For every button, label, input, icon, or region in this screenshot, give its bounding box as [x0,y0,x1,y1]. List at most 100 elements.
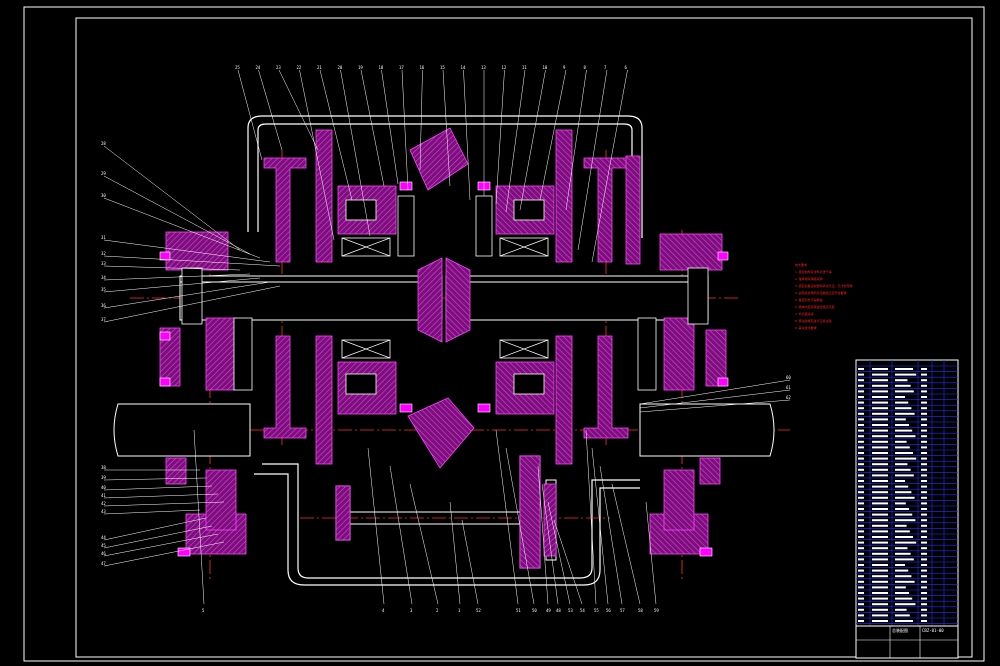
note-line: 2.轴承用润滑脂润滑 [795,277,823,281]
table-cell-mark [921,597,927,600]
callout-number: 12 [502,65,507,70]
table-cell-mark [858,580,864,583]
table-cell-mark [921,603,927,606]
table-cell-mark [858,474,864,477]
table-cell-mark [872,457,888,460]
table-cell-mark [895,407,912,410]
callout-number: 32 [101,251,106,256]
table-cell-mark [858,401,864,404]
table-cell-mark [858,373,864,376]
table-cell-mark [895,412,915,415]
callout-number: 3 [410,608,413,613]
table-cell-mark [895,373,917,376]
table-cell-mark [921,435,927,438]
table-cell-mark [921,592,927,594]
table-cell-mark [921,485,927,488]
callout-number: 36 [101,303,106,308]
table-cell-mark [872,424,888,426]
table-cell-mark [921,396,927,398]
note-line: 技术要求 [795,263,808,267]
callout-number: 56 [606,608,611,613]
callout-number: 39 [101,475,106,480]
table-cell-mark [872,452,888,454]
table-cell-mark [872,586,888,589]
table-cell-mark [921,614,927,617]
table-cell-mark [921,379,927,382]
table-cell-mark [858,569,864,572]
leader-line [103,477,207,481]
table-cell-mark [858,524,864,527]
callout-number: 30 [101,193,106,198]
table-cell-mark [872,502,888,505]
table-cell-mark [872,474,888,477]
table-cell-mark [858,379,864,382]
table-cell-mark [858,530,864,533]
table-cell-mark [858,452,864,454]
table-cell-mark [872,614,888,617]
table-cell-mark [895,424,909,426]
table-cell-mark [872,524,888,527]
callout-number: 28 [101,141,106,146]
table-cell-mark [858,592,864,594]
callout-number: 9 [563,65,566,70]
table-cell-mark [858,558,864,561]
table-cell-mark [895,435,916,438]
leader-line [381,69,399,185]
table-cell-mark [895,457,917,460]
table-cell-mark [858,597,864,600]
table-cell-mark [872,480,888,482]
callout-number: 31 [101,235,106,240]
table-cell-mark [921,496,927,499]
table-cell-mark [895,401,909,404]
table-cell-mark [858,407,864,410]
table-cell-mark [858,575,864,578]
table-cell-mark [895,513,913,516]
table-cell-mark [895,480,905,482]
table-cell-mark [858,457,864,460]
table-cell-mark [872,608,888,611]
table-cell-mark [895,418,906,421]
callout-number: 51 [516,608,521,613]
table-cell-mark [895,603,916,606]
table-cell-mark [895,390,914,393]
table-cell-mark [872,485,888,488]
title-block: 总装配图 CBZ-01-00 [858,622,958,658]
callout-number: 18 [379,65,384,70]
leader-line [585,429,597,605]
note-line: 1.装配前所有零件清洗干净 [795,270,832,274]
table-cell-mark [895,552,911,555]
table-cell-mark [895,564,905,566]
callout-number: 25 [235,65,240,70]
table-cell-mark [872,407,888,410]
table-cell-mark [858,429,864,432]
table-cell-mark [895,597,913,600]
table-cell-mark [858,491,864,494]
table-cell-mark [921,457,927,460]
table-cell-mark [921,418,927,421]
table-cell-mark [872,597,888,600]
table-cell-mark [872,412,888,415]
callout-number: 41 [101,493,106,498]
note-line: 3.装配后各运动部件转动灵活，无卡滞现象 [795,284,853,288]
leader-line [409,483,439,605]
table-cell-mark [895,524,907,527]
table-cell-mark [858,564,864,566]
table-cell-mark [872,547,888,550]
leader-line [237,69,263,161]
callout-number: 13 [481,65,486,70]
table-cell-mark [858,390,864,393]
assembly-drawing: 25 24 23 22 21 20 19 18 17 16 15 14 13 12 11 10 9 8 7 62829… [23,6,985,662]
callout-number: 33 [101,261,106,266]
note-line: 6.箱体内装润滑油至规定高度 [795,305,835,309]
table-cell-mark [895,485,909,488]
table-cell-mark [872,536,888,538]
note-line: 9.其余技术要求 [795,326,817,330]
leader-line [103,509,201,515]
callout-number: 17 [399,65,404,70]
table-cell-mark [858,396,864,398]
table-cell-mark [858,463,864,466]
table-cell-mark [858,586,864,589]
table-cell-mark [921,524,927,527]
table-cell-mark [872,401,888,404]
table-cell-mark [921,541,927,544]
